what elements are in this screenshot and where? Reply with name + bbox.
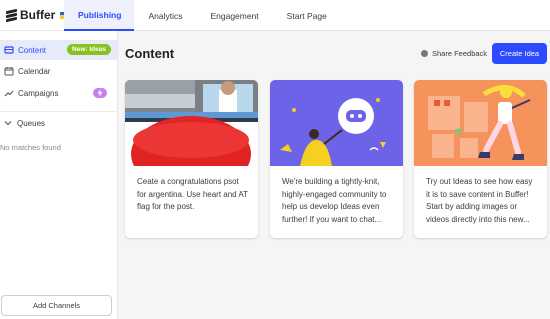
sidebar-divider	[0, 111, 117, 112]
main-tabs: Publishing Analytics Engagement Start Pa…	[64, 0, 341, 31]
card-text: Ceate a congratulations psot for argenti…	[137, 177, 248, 211]
ideas-illustration	[414, 80, 547, 166]
sidebar: Content New: Ideas Calendar Campaigns Qu…	[0, 31, 118, 319]
page-title: Content	[125, 46, 175, 61]
content-icon	[4, 45, 14, 55]
queues-toggle[interactable]: Queues	[4, 119, 45, 128]
idea-card[interactable]: Try out Ideas to see how easy it is to s…	[414, 80, 547, 238]
sidebar-item-label: Calendar	[18, 66, 51, 76]
sidebar-item-campaigns[interactable]: Campaigns	[0, 83, 117, 103]
create-idea-button[interactable]: Create Idea	[492, 43, 547, 64]
sidebar-item-content[interactable]: Content New: Ideas	[0, 40, 117, 60]
sidebar-item-label: Campaigns	[18, 88, 59, 98]
discord-community-illustration	[270, 80, 403, 166]
idea-card[interactable]: We're building a tightly-knit, highly-en…	[270, 80, 403, 238]
argentina-photo	[125, 80, 258, 166]
brand-name: Buffer	[20, 8, 56, 22]
share-feedback-link[interactable]: Share Feedback	[421, 49, 487, 58]
calendar-icon	[4, 66, 14, 76]
queues-label: Queues	[17, 119, 46, 128]
tab-analytics[interactable]: Analytics	[134, 0, 196, 31]
feedback-icon	[421, 50, 428, 57]
card-text: Try out Ideas to see how easy it is to s…	[426, 177, 533, 224]
no-matches-text: No matches found	[0, 143, 61, 152]
buffer-logo[interactable]: Buffer	[6, 8, 71, 22]
lightning-badge-icon	[93, 88, 107, 98]
sidebar-item-label: Content	[18, 45, 47, 55]
sidebar-item-calendar[interactable]: Calendar	[0, 61, 117, 81]
chevron-down-icon	[4, 119, 12, 128]
new-ideas-badge: New: Ideas	[67, 44, 111, 55]
tab-engagement[interactable]: Engagement	[196, 0, 272, 31]
tab-start-page[interactable]: Start Page	[273, 0, 341, 31]
card-text: We're building a tightly-knit, highly-en…	[282, 177, 387, 224]
share-feedback-label: Share Feedback	[432, 49, 488, 58]
campaigns-icon	[4, 88, 14, 98]
top-bar: Buffer Publishing Analytics Engagement S…	[0, 0, 550, 31]
tab-publishing[interactable]: Publishing	[64, 0, 135, 31]
buffer-logo-icon	[6, 8, 17, 22]
idea-card[interactable]: Ceate a congratulations psot for argenti…	[125, 80, 258, 238]
add-channels-button[interactable]: Add Channels	[1, 295, 112, 316]
